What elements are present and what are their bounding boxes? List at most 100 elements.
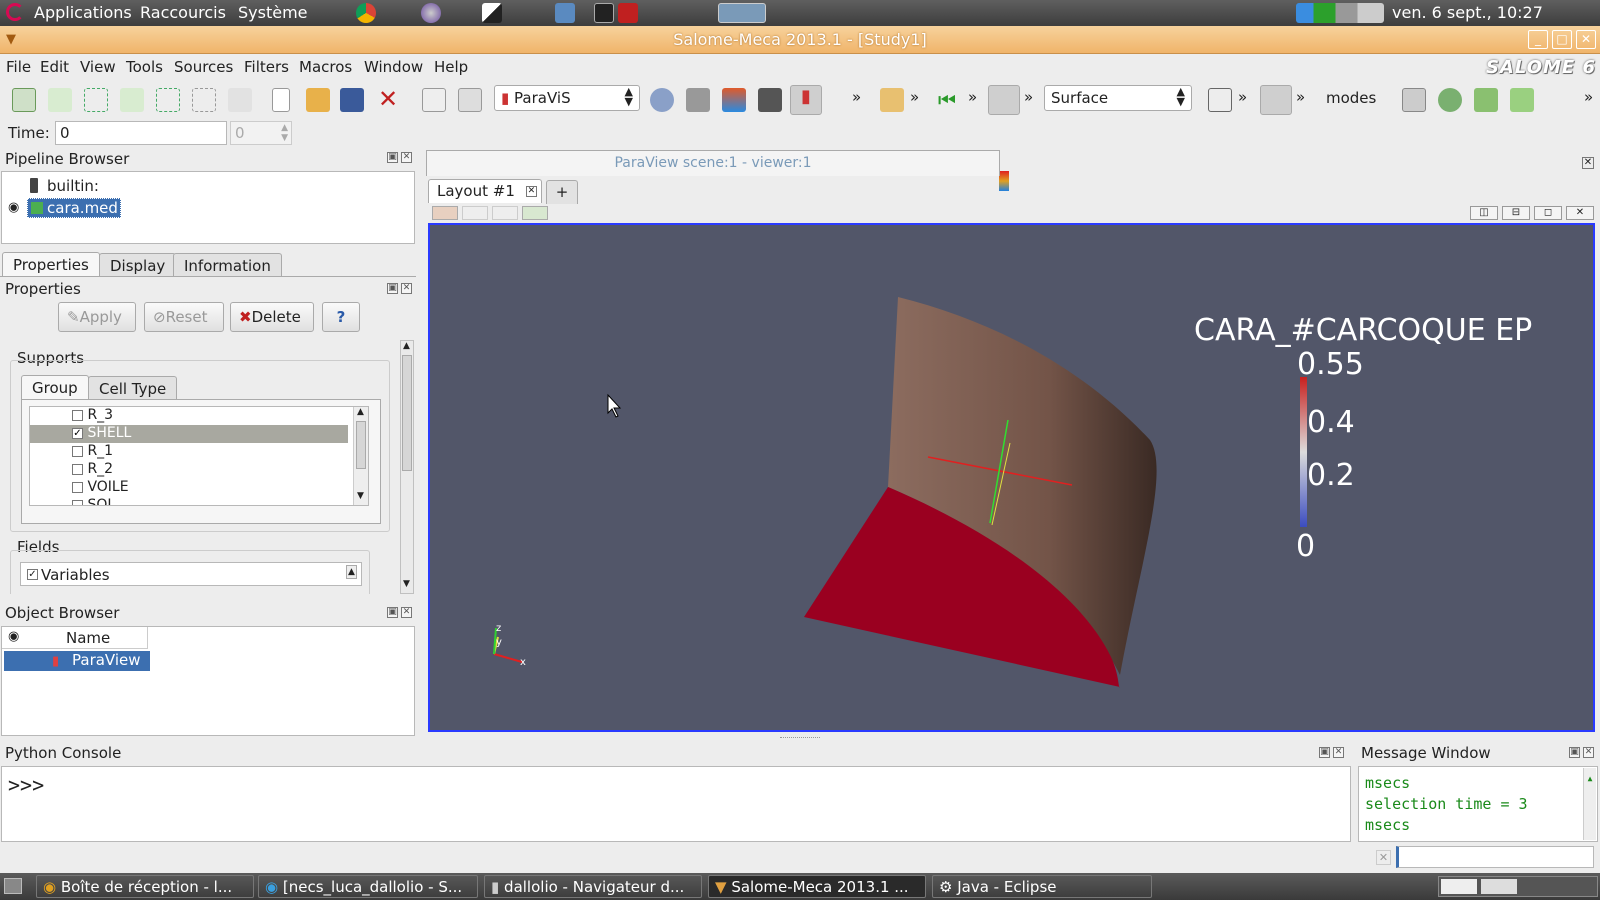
paraview-mode-icon[interactable]: ▮ bbox=[790, 85, 822, 115]
checkbox[interactable] bbox=[72, 445, 83, 457]
macro-icon[interactable] bbox=[758, 88, 782, 112]
workspace-switcher-icon[interactable] bbox=[718, 3, 766, 23]
time-step-spinbox[interactable]: 0 ▲ ▼ bbox=[230, 121, 292, 145]
menu-view[interactable]: View bbox=[80, 58, 116, 76]
checkbox-checked[interactable]: ✓ bbox=[72, 427, 83, 439]
task-salome[interactable]: ▼ Salome-Meca 2013.1 ... bbox=[708, 875, 926, 898]
delete-button[interactable]: ✖Delete bbox=[230, 302, 314, 332]
open-data-icon[interactable] bbox=[880, 88, 904, 112]
toolbar-overflow-4[interactable]: » bbox=[1024, 88, 1033, 106]
menu-tools[interactable]: Tools bbox=[126, 58, 163, 76]
visibility-eye-icon[interactable]: ◉ bbox=[8, 629, 19, 644]
minimize-button[interactable]: _ bbox=[1528, 30, 1548, 49]
viewer-close-icon[interactable]: ✕ bbox=[1582, 157, 1594, 169]
copy-icon[interactable] bbox=[422, 88, 446, 112]
tab-layout-1[interactable]: Layout #1 ✕ bbox=[428, 179, 542, 203]
data-icon[interactable] bbox=[722, 88, 746, 112]
scroll-up-icon[interactable]: ▲ bbox=[357, 407, 364, 417]
close-tab-icon[interactable]: ✕ bbox=[525, 186, 537, 197]
select-block-icon[interactable] bbox=[120, 88, 144, 112]
visibility-eye-icon[interactable]: ◉ bbox=[8, 200, 19, 215]
applications-menu[interactable]: Applications bbox=[34, 3, 132, 22]
split-vertical-button[interactable]: ⊟ bbox=[1502, 206, 1530, 220]
server-icon[interactable] bbox=[686, 88, 710, 112]
task-file-browser[interactable]: ▮ dallolio - Navigateur d... bbox=[484, 875, 702, 898]
terminal-launcher-icon[interactable] bbox=[594, 3, 614, 23]
pipeline-item-cara-med[interactable]: cara.med bbox=[27, 198, 121, 218]
capture-icon[interactable] bbox=[492, 206, 518, 220]
list-item[interactable]: SOL bbox=[30, 497, 348, 505]
scroll-down-icon[interactable]: ▼ bbox=[357, 491, 364, 501]
properties-dock-buttons[interactable]: ▣ ✕ bbox=[384, 282, 412, 294]
menu-sources[interactable]: Sources bbox=[174, 58, 233, 76]
pipeline-item-builtin[interactable]: builtin: bbox=[47, 177, 99, 195]
object-browser-dock-buttons[interactable]: ▣ ✕ bbox=[384, 606, 412, 618]
list-item[interactable]: R_1 bbox=[30, 443, 348, 461]
select-surface-icon[interactable] bbox=[192, 88, 216, 112]
save-icon[interactable] bbox=[340, 88, 364, 112]
checkbox[interactable] bbox=[72, 463, 83, 475]
menu-macros[interactable]: Macros bbox=[299, 58, 352, 76]
close-study-icon[interactable]: ✕ bbox=[378, 85, 398, 113]
new-document-icon[interactable] bbox=[272, 88, 290, 112]
menu-filters[interactable]: Filters bbox=[244, 58, 289, 76]
chrome-launcher-icon[interactable] bbox=[356, 3, 376, 23]
mail-launcher-icon[interactable] bbox=[555, 3, 575, 23]
checkbox[interactable] bbox=[72, 499, 83, 505]
task-eclipse[interactable]: ⚙ Java - Eclipse bbox=[932, 875, 1152, 898]
scroll-down-icon[interactable]: ▼ bbox=[403, 579, 410, 589]
scroll-up-icon[interactable]: ▲ bbox=[346, 565, 357, 579]
add-layout-tab[interactable]: + bbox=[546, 180, 578, 204]
maximize-view-button[interactable]: ◻ bbox=[1534, 206, 1562, 220]
task-mail[interactable]: ◉ Boîte de réception - l... bbox=[36, 875, 254, 898]
shortcuts-menu[interactable]: Raccourcis bbox=[140, 3, 226, 22]
python-console[interactable]: >>> bbox=[1, 766, 1351, 842]
reset-camera-icon[interactable] bbox=[1208, 88, 1232, 112]
checkbox[interactable] bbox=[72, 481, 83, 493]
workspace-1[interactable] bbox=[1441, 879, 1477, 894]
toolbar-overflow-1[interactable]: » bbox=[852, 88, 861, 106]
open-folder-icon[interactable] bbox=[306, 88, 330, 112]
cube-icon[interactable] bbox=[1474, 88, 1498, 112]
list-item[interactable]: R_2 bbox=[30, 461, 348, 479]
toolbar-overflow-3[interactable]: » bbox=[968, 88, 977, 106]
close-view-button[interactable]: ✕ bbox=[1566, 206, 1594, 220]
select-cells-icon[interactable] bbox=[12, 88, 36, 112]
viewer-title-tab[interactable]: ParaView scene:1 - viewer:1 bbox=[426, 150, 1000, 176]
checkbox[interactable] bbox=[72, 409, 83, 421]
module-select[interactable]: ▮ ParaViS ▲ ▼ bbox=[494, 85, 640, 111]
show-desktop-icon[interactable] bbox=[4, 878, 22, 894]
first-frame-icon[interactable]: ⏮ bbox=[938, 88, 956, 112]
tab-display[interactable]: Display bbox=[99, 253, 177, 277]
tray-icons[interactable] bbox=[1296, 3, 1384, 23]
select-frustum-icon[interactable] bbox=[84, 88, 108, 112]
render-view[interactable]: x y z CARA_#CARCOQUE EP 0.55 0.4 0.2 0 bbox=[428, 223, 1595, 732]
message-filter-input[interactable] bbox=[1396, 846, 1594, 868]
debian-logo-icon[interactable] bbox=[6, 3, 24, 21]
camera-icon[interactable] bbox=[522, 206, 548, 220]
modes-label[interactable]: modes bbox=[1326, 89, 1376, 107]
clock[interactable]: ven. 6 sept., 10:27 bbox=[1392, 3, 1543, 22]
toolbar-overflow-2[interactable]: » bbox=[910, 88, 919, 106]
tab-cell-type[interactable]: Cell Type bbox=[88, 376, 178, 400]
menu-edit[interactable]: Edit bbox=[40, 58, 69, 76]
toolbar-overflow-7[interactable]: » bbox=[1584, 88, 1593, 106]
menu-help[interactable]: Help bbox=[434, 58, 468, 76]
clear-filter-icon[interactable]: ✕ bbox=[1376, 850, 1391, 865]
message-scrollbar[interactable]: ▲▼ bbox=[1583, 768, 1596, 867]
tab-information[interactable]: Information bbox=[173, 253, 282, 277]
view-icon[interactable] bbox=[1438, 88, 1462, 112]
maximize-button[interactable]: □ bbox=[1552, 30, 1572, 49]
app-launcher-icon[interactable] bbox=[482, 3, 502, 23]
time-input[interactable]: 0 bbox=[55, 121, 227, 145]
python-console-dock-buttons[interactable]: ▣ ✕ bbox=[1316, 746, 1344, 758]
list-item[interactable]: R_3 bbox=[30, 407, 348, 425]
split-horizontal-button[interactable]: ◫ bbox=[1470, 206, 1498, 220]
representation-select[interactable]: Surface ▲ ▼ bbox=[1044, 85, 1192, 111]
select-points-frustum-icon[interactable] bbox=[156, 88, 180, 112]
list-item-selected[interactable]: ✓ SHELL bbox=[30, 425, 348, 443]
apply-button[interactable]: ✎Apply bbox=[58, 302, 136, 332]
app2-launcher-icon[interactable] bbox=[618, 3, 638, 23]
pipeline-dock-buttons[interactable]: ▣ ✕ bbox=[384, 151, 412, 163]
object-item-paraview[interactable]: ▮ ParaView bbox=[4, 651, 150, 671]
